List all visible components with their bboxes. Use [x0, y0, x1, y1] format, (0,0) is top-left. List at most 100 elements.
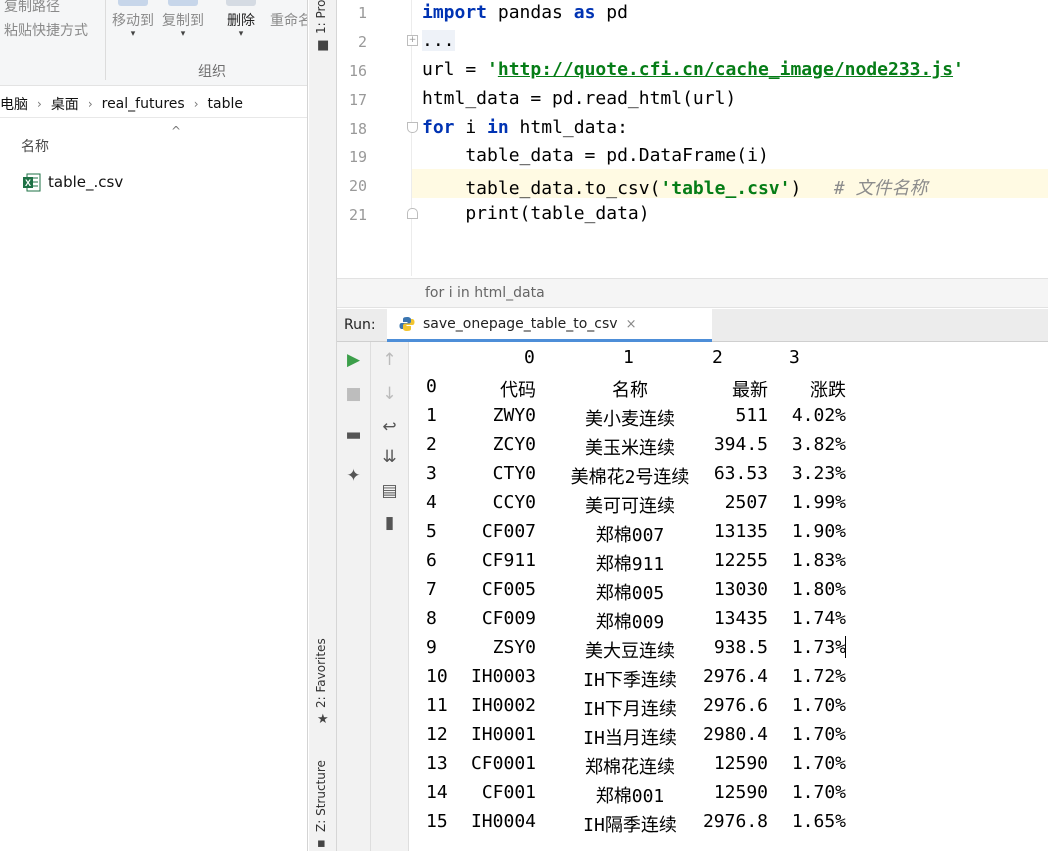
- editor-breadcrumb[interactable]: for i in html_data: [425, 285, 545, 301]
- favorites-tool-tab[interactable]: 2: Favorites: [314, 638, 328, 708]
- ribbon-divider: [105, 0, 106, 80]
- console-cell-name: 美棉花2号连续: [570, 467, 690, 488]
- arrow-down-icon[interactable]: ↓: [371, 384, 408, 404]
- console-cell-change: 1.70%: [791, 782, 846, 803]
- console-row-index: 10: [426, 666, 448, 687]
- layout-icon[interactable]: ▬: [337, 425, 370, 445]
- arrow-up-icon[interactable]: ↑: [371, 350, 408, 370]
- chevron-right-icon[interactable]: ›: [194, 97, 199, 111]
- fold-collapse-icon[interactable]: [407, 122, 418, 133]
- url-link[interactable]: http://quote.cfi.cn/cache_image/node233.…: [498, 59, 953, 80]
- copy-path-button[interactable]: 复制路径: [4, 0, 60, 16]
- console-row: 4 CCY0 美可可连续 2507 1.99%: [410, 492, 1048, 521]
- column-header-name[interactable]: 名称: [21, 136, 49, 156]
- console-cell-change: 1.73%: [791, 637, 846, 658]
- line-number: 2: [357, 33, 367, 51]
- scroll-to-end-icon[interactable]: ⇊: [371, 447, 408, 467]
- code-line: for i in html_data:: [422, 117, 628, 138]
- code-token: table_data = pd.DataFrame(i): [422, 145, 769, 166]
- run-toolbar-secondary: ↑ ↓ ↩ ⇊ ▤ ▮: [371, 342, 409, 851]
- star-icon[interactable]: ★: [317, 712, 329, 727]
- rerun-icon[interactable]: ▶: [337, 350, 370, 370]
- console-header-cell: 1: [623, 347, 634, 368]
- console-cell-name: IH下月连续: [583, 699, 677, 720]
- paste-shortcut-button[interactable]: 粘贴快捷方式: [4, 20, 88, 40]
- folded-code-region[interactable]: ...: [422, 30, 455, 51]
- console-cell-price: 2980.4: [702, 724, 768, 745]
- code-line: print(table_data): [422, 203, 650, 224]
- code-editor[interactable]: 1 2 16 17 18 19 20 21 + import pandas as…: [337, 0, 1048, 276]
- fold-expand-icon[interactable]: +: [407, 35, 418, 46]
- breadcrumb-desktop[interactable]: 桌面: [51, 94, 79, 114]
- console-cell-change: 1.99%: [791, 492, 846, 513]
- console-row: 12 IH0001 IH当月连续 2980.4 1.70%: [410, 724, 1048, 753]
- run-toolbar-primary: ▶ ■ ▬ ✦: [337, 342, 371, 851]
- structure-tool-tab[interactable]: Z: Structure: [314, 760, 328, 832]
- move-to-label: 移动到: [112, 13, 154, 29]
- trash-icon[interactable]: ▮: [371, 513, 408, 533]
- breadcrumb-table[interactable]: table: [208, 96, 243, 112]
- console-cell-price: 2976.4: [702, 666, 768, 687]
- run-label: Run:: [344, 317, 376, 333]
- print-icon[interactable]: ▤: [371, 481, 408, 501]
- code-token: print(table_data): [422, 203, 650, 224]
- fold-end-icon[interactable]: [407, 208, 418, 219]
- console-cell-name: 名称: [612, 380, 648, 401]
- folder-icon[interactable]: ■: [317, 38, 329, 53]
- breadcrumb-computer[interactable]: 电脑: [0, 94, 28, 114]
- breadcrumb-real-futures[interactable]: real_futures: [102, 96, 185, 112]
- console-row: 14 CF001 郑棉001 12590 1.70%: [410, 782, 1048, 811]
- console-cell-price: 2976.8: [702, 811, 768, 832]
- project-tool-tab[interactable]: 1: Project: [314, 0, 328, 34]
- copy-to-icon: [168, 0, 198, 6]
- console-header-row: 0 1 2 3: [410, 347, 1048, 376]
- code-line: url = 'http://quote.cfi.cn/cache_image/n…: [422, 59, 964, 80]
- chevron-right-icon[interactable]: ›: [88, 97, 93, 111]
- close-icon[interactable]: ×: [626, 317, 637, 332]
- console-row-index: 12: [426, 724, 448, 745]
- run-console-output[interactable]: 0 1 2 3 0 代码 名称 最新 涨跌 1 ZWY0 美小麦连续 511 4.02% 2 ZCY0…: [410, 342, 1048, 851]
- console-row: 6 CF911 郑棉911 12255 1.83%: [410, 550, 1048, 579]
- string-token: ': [487, 59, 498, 80]
- keyword-token: as: [573, 2, 596, 23]
- console-row: 15 IH0004 IH隔季连续 2976.8 1.65%: [410, 811, 1048, 840]
- address-bar[interactable]: 电脑 › 桌面 › real_futures › table: [0, 90, 307, 118]
- rename-button[interactable]: 重命名: [270, 0, 307, 40]
- structure-icon[interactable]: ▪: [317, 836, 326, 851]
- console-row-index: 15: [426, 811, 448, 832]
- console-cell-code: IH0003: [470, 666, 536, 687]
- line-number: 16: [348, 62, 367, 80]
- soft-wrap-icon[interactable]: ↩: [371, 417, 408, 437]
- move-to-button[interactable]: 移动到 ▾: [112, 0, 154, 40]
- console-cell-price: 2507: [724, 492, 768, 513]
- console-cell-name: 郑棉009: [595, 612, 665, 633]
- pin-icon[interactable]: ✦: [337, 466, 370, 486]
- console-cell-change: 3.23%: [791, 463, 846, 484]
- console-row: 5 CF007 郑棉007 13135 1.90%: [410, 521, 1048, 550]
- console-cell-change: 1.72%: [791, 666, 846, 687]
- console-row: 1 ZWY0 美小麦连续 511 4.02%: [410, 405, 1048, 434]
- console-cell-price: 12590: [713, 753, 768, 774]
- excel-csv-icon: X: [22, 173, 41, 192]
- code-token: pandas: [487, 2, 574, 23]
- console-cell-change: 4.02%: [791, 405, 846, 426]
- code-token: i: [454, 117, 488, 138]
- chevron-right-icon[interactable]: ›: [37, 97, 42, 111]
- console-cell-code: CCY0: [492, 492, 536, 513]
- console-cell-price: 511: [735, 405, 768, 426]
- stop-icon[interactable]: ■: [337, 384, 370, 404]
- keyword-token: import: [422, 2, 488, 23]
- chevron-down-icon: ▾: [180, 29, 186, 39]
- console-row-index: 1: [426, 405, 437, 426]
- code-token: table_data.to_csv(: [422, 178, 661, 199]
- line-number: 19: [348, 148, 367, 166]
- run-tab[interactable]: save_onepage_table_to_csv ×: [387, 309, 712, 342]
- delete-button[interactable]: 删除 ▾: [226, 0, 256, 40]
- code-line: table_data = pd.DataFrame(i): [422, 145, 769, 166]
- console-cell-name: 郑棉007: [595, 525, 665, 546]
- console-cell-price: 63.53: [713, 463, 768, 484]
- file-item[interactable]: X table_.csv: [22, 170, 123, 194]
- console-cell-code: ZWY0: [492, 405, 536, 426]
- code-token: html_data = pd.read_html(url): [422, 88, 737, 109]
- copy-to-button[interactable]: 复制到 ▾: [162, 0, 204, 40]
